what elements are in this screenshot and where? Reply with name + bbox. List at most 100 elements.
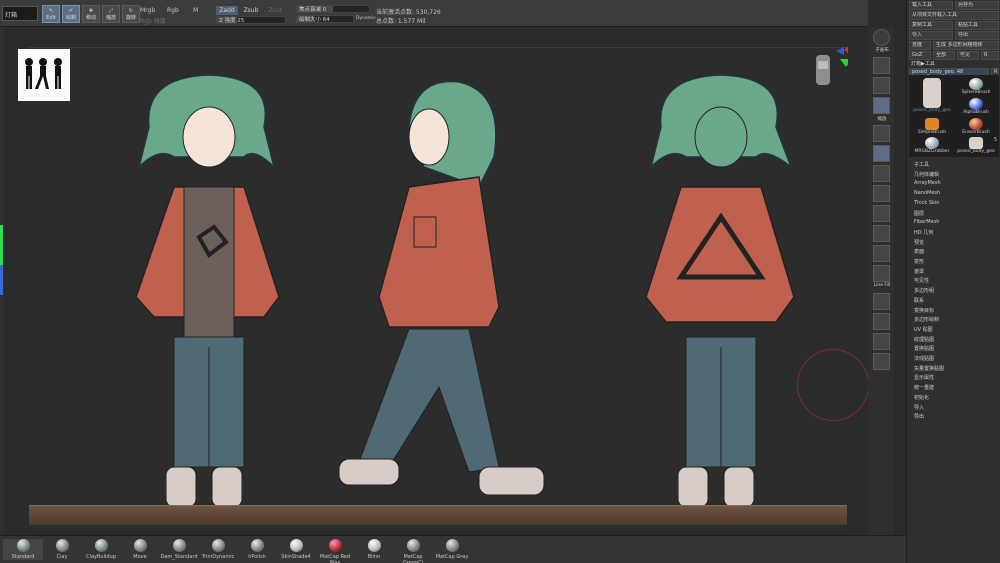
document-canvas[interactable] [4,27,869,535]
scale-button[interactable]: ⤢ 缩放 [102,5,120,23]
local-icon[interactable] [873,205,890,222]
tool-menu-item[interactable]: FiberMesh [914,219,939,225]
tool-menu-item[interactable]: 初始化 [914,394,929,401]
brush-dam-standard[interactable]: Dam_Standard [159,539,199,560]
z-intensity-slider[interactable]: Z 强度 25 [216,16,286,24]
tool-menu-item[interactable]: NanoMesh [914,190,940,196]
material-sphere-icon[interactable] [873,29,890,46]
move-button[interactable]: ✥ 移动 [82,5,100,23]
zadd-toggle[interactable]: Zadd [216,6,238,15]
goz-r-button[interactable]: R [981,51,999,60]
tool-menu-item[interactable]: 变换目标 [914,307,934,314]
load-tool-button[interactable]: 载入工具 [909,1,953,10]
tool-menu-item[interactable]: 导出 [914,413,924,420]
tool-thumb-simple-brush[interactable]: SimpleBrush [911,118,953,136]
rotate-button[interactable]: ↻ 旋转 [122,5,140,23]
ghost-icon[interactable] [873,333,890,350]
tool-menu-item[interactable]: 多边形绘制 [914,316,939,323]
brush-move[interactable]: Move [120,539,160,560]
tool-menu-item[interactable]: 联系 [914,297,924,304]
tool-menu-item[interactable]: 显示属性 [914,374,934,381]
m-toggle[interactable]: M [193,7,198,14]
tool-menu-item[interactable]: 图层 [914,210,924,217]
lightbox-search-input[interactable]: 灯箱 [2,6,38,21]
move-view-icon[interactable] [873,265,890,282]
xyz-icon[interactable] [873,225,890,242]
frame-icon[interactable] [873,245,890,262]
brush-icon[interactable] [873,57,890,74]
tool-menu-item[interactable]: HD 几何 [914,229,933,236]
draw-button[interactable]: ✐ 绘制 [62,5,80,23]
tool-thumb-eraser-brush[interactable]: EraserBrush [955,118,997,136]
focal-shift-slider[interactable]: 焦点衰减 0 [296,5,370,13]
paste-tool-button[interactable]: 粘贴工具 [955,21,999,30]
tool-thumb-posed-body-2[interactable]: posed_body_geo [955,137,997,155]
brush-label: Standard [11,554,35,560]
brush-matcap-greencl[interactable]: MatCap GreenCl [393,539,433,563]
scale-icon: ⤢ [108,8,113,14]
tool-menu-item[interactable]: 子工具 [914,161,929,168]
tool-menu-item[interactable]: 可见性 [914,277,929,284]
tool-menu-item[interactable]: 变形 [914,258,924,265]
mrgb-toggle[interactable]: Mrgb [140,7,155,14]
save-as-button[interactable]: 另存为 [955,1,999,10]
goz-visible-button[interactable]: 可见 [957,51,979,60]
perspective-icon[interactable] [873,165,890,182]
brush-clay[interactable]: Clay [42,539,82,560]
export-button[interactable]: 导出 [955,31,999,40]
tool-menu-item[interactable]: 导入 [914,404,924,411]
zoom-icon[interactable] [873,97,890,114]
grabber-icon [925,137,939,149]
tool-menu-item[interactable]: 纹理贴图 [914,336,934,343]
tool-menu-item[interactable]: 多边形组 [914,287,934,294]
tool-thumb-posed-body[interactable]: posed_body_geo [911,78,953,118]
goz-button[interactable]: GoZ [909,51,931,60]
make-polymesh-button[interactable]: 生成 多边形网格物体 [933,41,999,50]
tool-thumb-sphere-brush[interactable]: SphereBrush [955,78,997,96]
texture-icon[interactable] [873,77,890,94]
polyf-icon[interactable] [873,293,890,310]
brush-preview-icon [250,539,264,552]
brush-hpolish[interactable]: hPolish [237,539,277,560]
dynamic-toggle[interactable]: Dynamic [356,16,376,21]
tool-menu-item[interactable]: ArrayMesh [914,180,941,186]
half-size-icon[interactable] [873,145,890,162]
rgb-intensity-slider[interactable]: Rgb 强度 [140,16,166,25]
brush-standard[interactable]: Standard [3,539,43,560]
floor-grid-icon[interactable] [873,185,890,202]
zsub-toggle[interactable]: Zsub [240,6,262,15]
transparency-icon[interactable] [873,313,890,330]
rgb-toggle[interactable]: Rgb [167,7,179,14]
tool-thumb-mrgbz-grabber[interactable]: MRGBZGrabber [911,137,953,155]
brush-claybuildup[interactable]: ClayBuildup [81,539,121,560]
brush-skinshade4[interactable]: SkinShade4 [276,539,316,560]
character-side-view [338,80,545,496]
tool-menu-item[interactable]: 统一重建 [914,384,934,391]
copy-tool-button[interactable]: 复制工具 [909,21,953,30]
brush-trimdynamic[interactable]: TrimDynamic [198,539,238,560]
solo-icon[interactable] [873,353,890,370]
goz-all-button[interactable]: 全部 [933,51,955,60]
clone-button[interactable]: 克隆 [909,41,931,50]
actual-size-icon[interactable] [873,125,890,142]
brush-matcap-gray[interactable]: MatCap Gray [432,539,472,560]
tool-menu-item[interactable]: 几何体编辑 [914,171,939,178]
load-from-project-button[interactable]: 从项目文件载入工具 [909,11,999,20]
zcut-toggle[interactable]: Zcut [264,6,286,15]
tool-menu-item[interactable]: 表面 [914,248,924,255]
brush-blinn[interactable]: Blinn [354,539,394,560]
tool-menu-item[interactable]: 法线贴图 [914,355,934,362]
tool-menu-item[interactable]: Thick Skin [914,200,939,206]
import-button[interactable]: 导入 [909,31,953,40]
brush-matcap-red-wax[interactable]: MatCap Red Wax [315,539,355,563]
tool-menu-item[interactable]: 矢量置换贴图 [914,365,944,372]
tool-menu-item[interactable]: 遮罩 [914,268,924,275]
tool-thumb-alpha-brush[interactable]: AlphaBrush [955,98,997,116]
draw-size-slider[interactable]: 绘制大小 64 [296,15,354,23]
tool-menu-item[interactable]: 预览 [914,239,924,246]
tool-menu-item[interactable]: UV 贴图 [914,326,933,333]
tool-menu-item[interactable]: 置换贴图 [914,345,934,352]
brush-label: TrimDynamic [201,554,235,560]
edit-button[interactable]: ✎ Edit [42,5,60,23]
draw-icon: ✐ [68,8,74,14]
